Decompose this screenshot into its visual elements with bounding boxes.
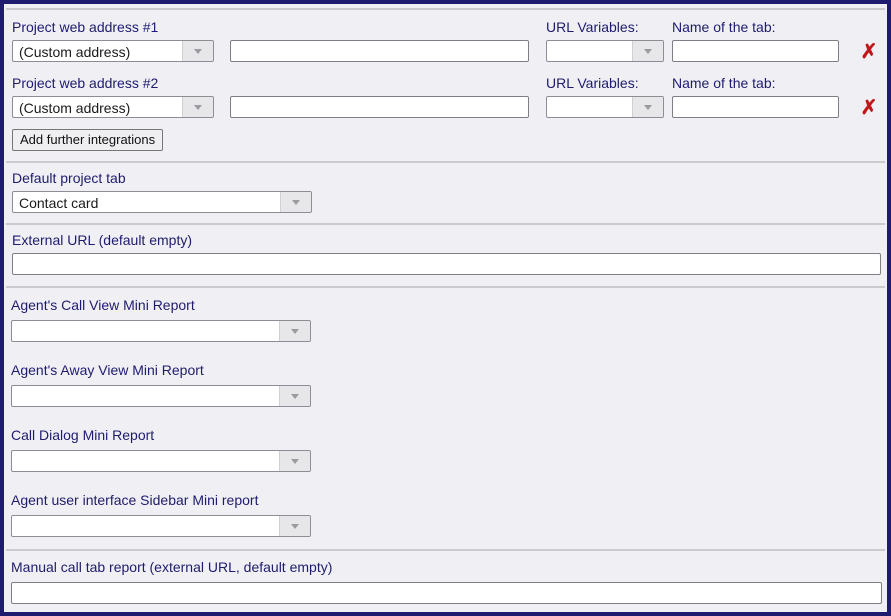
address-select-1[interactable]: (Custom address): [12, 40, 214, 62]
chevron-down-icon: [279, 451, 310, 471]
chevron-down-icon: [632, 41, 663, 61]
section-separator: [6, 286, 885, 288]
section-separator: [6, 223, 885, 225]
default-project-tab-select[interactable]: Contact card: [12, 191, 312, 213]
call-dialog-mini-report-select[interactable]: [11, 450, 311, 472]
call-view-mini-report-label: Agent's Call View Mini Report: [11, 297, 195, 313]
add-integrations-button[interactable]: Add further integrations: [12, 129, 164, 151]
call-view-mini-report-select[interactable]: [11, 320, 311, 342]
project-web-address-1-label: Project web address #1: [12, 19, 159, 35]
chevron-down-icon: [279, 516, 310, 536]
call-dialog-mini-report-label: Call Dialog Mini Report: [11, 427, 155, 443]
sidebar-mini-report-label: Agent user interface Sidebar Mini report: [11, 492, 259, 508]
chevron-down-icon: [279, 386, 310, 406]
tab-name-input-1[interactable]: [672, 40, 839, 62]
project-url-input-1[interactable]: [230, 40, 529, 62]
tab-name-2-label: Name of the tab:: [672, 75, 776, 91]
url-variables-select-1[interactable]: [546, 40, 664, 62]
manual-call-tab-input[interactable]: [11, 582, 882, 604]
manual-call-tab-label: Manual call tab report (external URL, de…: [11, 559, 333, 575]
tab-name-1-label: Name of the tab:: [672, 19, 776, 35]
default-project-tab-label: Default project tab: [12, 170, 126, 186]
tab-name-input-2[interactable]: [672, 96, 839, 118]
external-url-input[interactable]: [12, 253, 881, 275]
url-variables-select-2[interactable]: [546, 96, 664, 118]
section-separator: [6, 161, 885, 163]
cross-icon[interactable]: ✗: [860, 98, 878, 118]
external-url-label: External URL (default empty): [12, 232, 192, 248]
settings-panel: Project web address #1 URL Variables: Na…: [4, 4, 887, 612]
chevron-down-icon: [182, 97, 213, 117]
project-url-input-2[interactable]: [230, 96, 529, 118]
cross-icon[interactable]: ✗: [860, 42, 878, 62]
default-project-tab-value: Contact card: [19, 195, 99, 211]
chevron-down-icon: [182, 41, 213, 61]
top-separator: [6, 8, 885, 10]
chevron-down-icon: [280, 192, 311, 212]
away-view-mini-report-select[interactable]: [11, 385, 311, 407]
url-variables-1-label: URL Variables:: [546, 19, 639, 35]
chevron-down-icon: [279, 321, 310, 341]
url-variables-2-label: URL Variables:: [546, 75, 639, 91]
away-view-mini-report-label: Agent's Away View Mini Report: [11, 362, 204, 378]
address-select-2-value: (Custom address): [19, 100, 131, 116]
address-select-1-value: (Custom address): [19, 44, 131, 60]
chevron-down-icon: [632, 97, 663, 117]
section-separator: [6, 549, 885, 551]
address-select-2[interactable]: (Custom address): [12, 96, 214, 118]
project-web-address-2-label: Project web address #2: [12, 75, 159, 91]
sidebar-mini-report-select[interactable]: [11, 515, 311, 537]
